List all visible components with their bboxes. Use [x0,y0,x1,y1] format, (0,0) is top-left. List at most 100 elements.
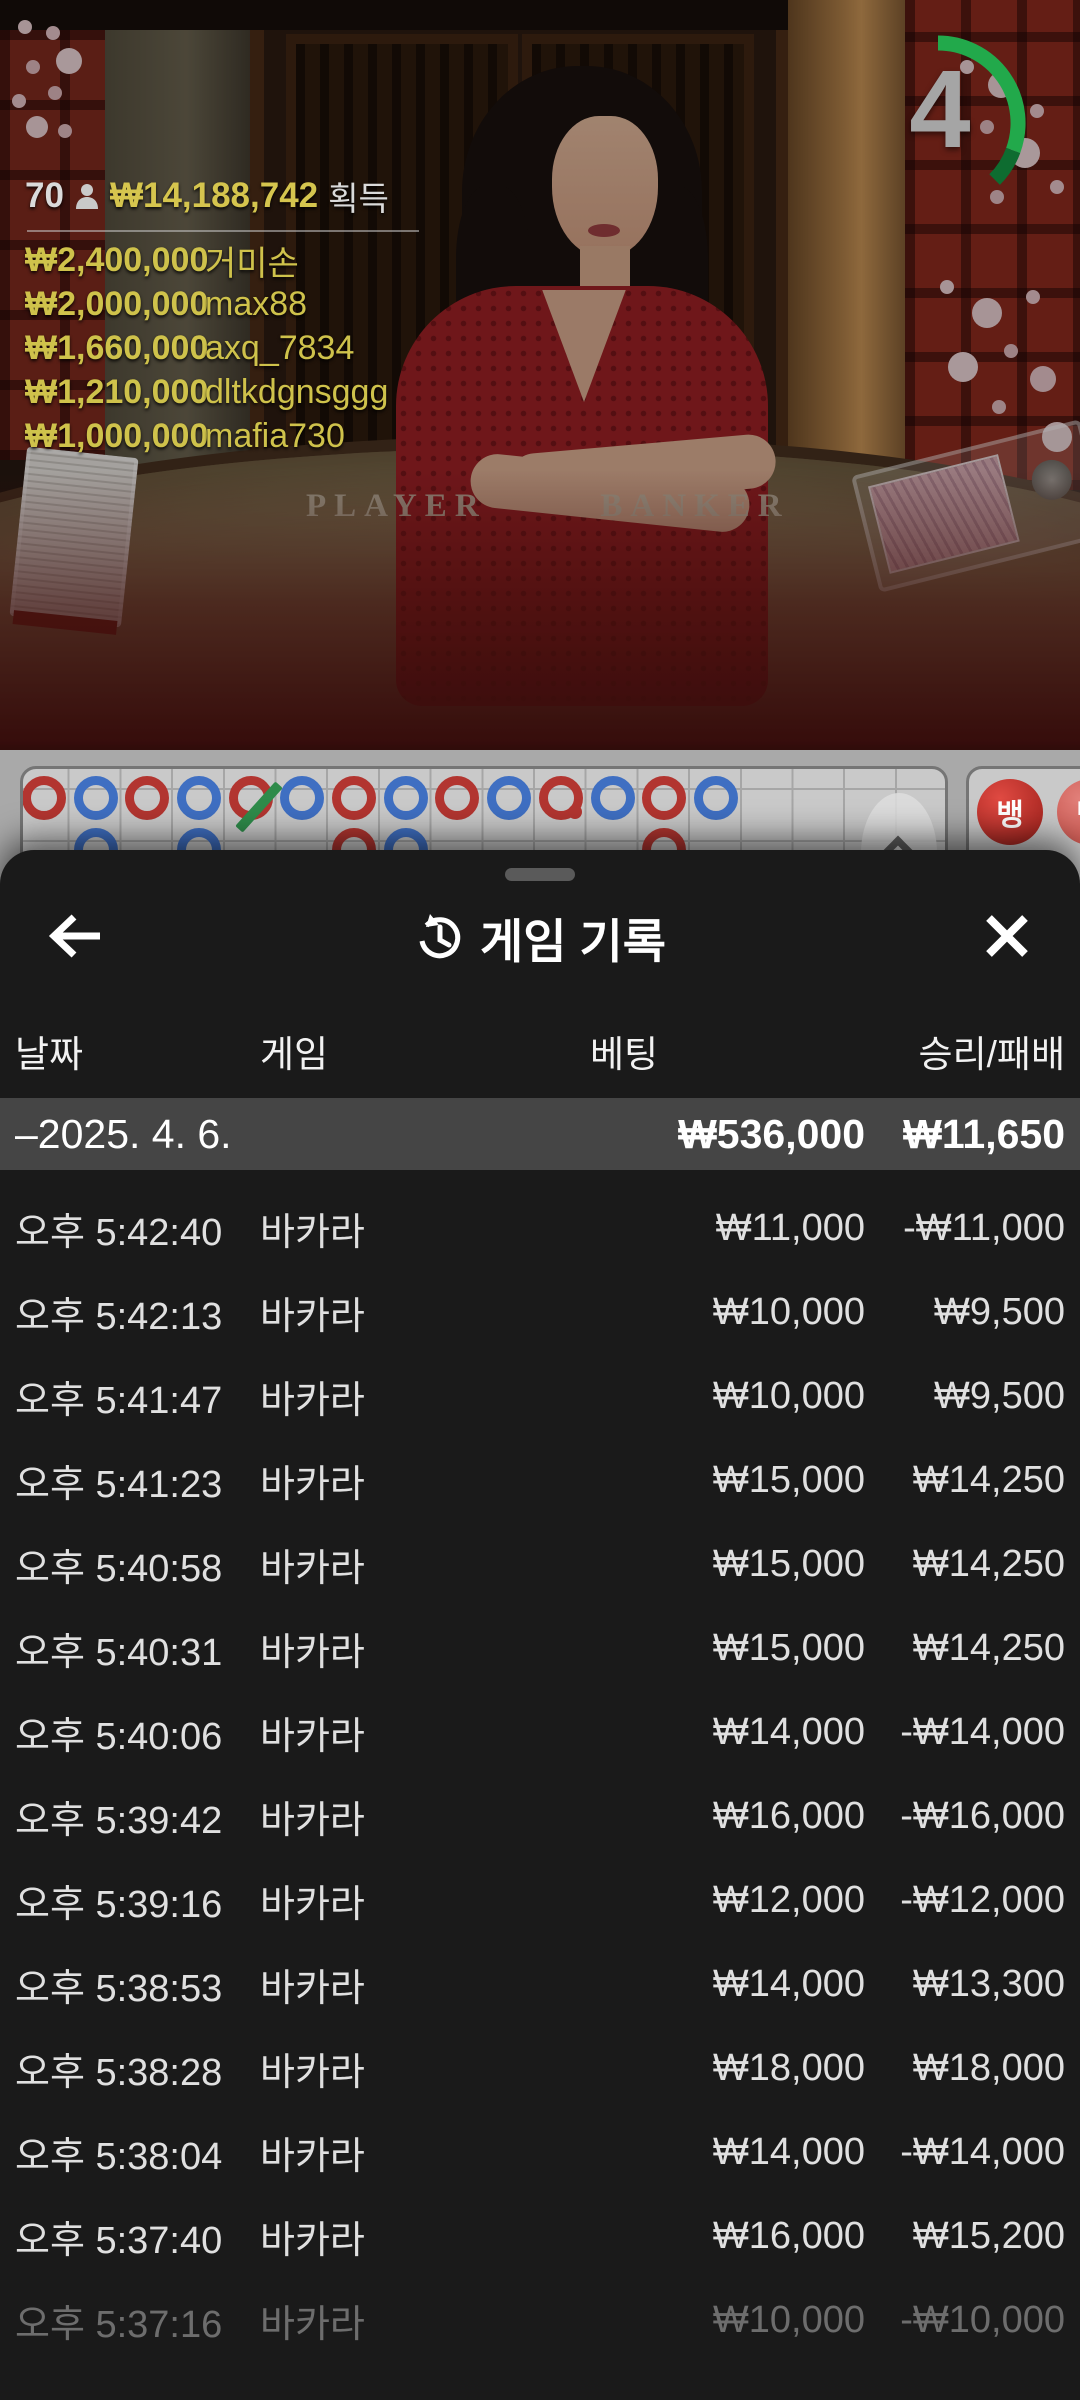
row-time: 오후 5:40:58 [15,1537,260,1592]
column-win-loss: 승리/패배 [780,1024,1065,1078]
row-bet: ₩14,000 [595,2131,865,2174]
sheet-header: 게임 기록 [0,902,1080,972]
row-bet: ₩12,000 [595,1879,865,1922]
winner-amount: ₩2,400,000 [25,241,205,280]
row-result: ₩9,500 [865,1375,1065,1418]
row-time: 오후 5:38:53 [15,1957,260,2012]
timer-seconds: 4 [890,55,990,165]
row-time: 오후 5:42:13 [15,1285,260,1340]
row-bet: ₩16,000 [595,2215,865,2258]
row-bet: ₩14,000 [595,1963,865,2006]
close-button[interactable] [972,906,1042,968]
winner-amount: ₩1,210,000 [25,373,205,412]
road-cell-player [487,776,531,820]
summary-date: –2025. 4. 6. [15,1111,595,1158]
history-row: 오후 5:38:04바카라₩14,000-₩14,000 [0,2110,1080,2194]
row-result: ₩18,000 [865,2047,1065,2090]
banker-badge: 뱅 [977,779,1043,845]
summary-win-total: ₩11,650 [865,1111,1065,1158]
history-row: 오후 5:38:28바카라₩18,000₩18,000 [0,2026,1080,2110]
winners-suffix: 획득 [328,172,389,220]
history-row: 오후 5:41:47바카라₩10,000₩9,500 [0,1354,1080,1438]
row-time: 오후 5:39:16 [15,1873,260,1928]
row-result: ₩14,250 [865,1627,1065,1670]
road-cell-player [384,776,428,820]
row-time: 오후 5:42:40 [15,1201,260,1256]
winner-name: dltkdgnsggg [205,373,388,412]
row-game: 바카라 [260,1285,595,1340]
row-game: 바카라 [260,2041,595,2096]
close-icon [983,912,1031,960]
row-result: ₩13,300 [865,1963,1065,2006]
row-bet: ₩15,000 [595,1627,865,1670]
winner-entry: ₩2,400,000거미손 [25,238,419,282]
history-row: 오후 5:39:16바카라₩12,000-₩12,000 [0,1858,1080,1942]
row-result: ₩15,200 [865,2215,1065,2258]
row-result: ₩14,250 [865,1459,1065,1502]
winners-entries: ₩2,400,000거미손₩2,000,000max88₩1,660,000ax… [25,238,419,458]
row-game: 바카라 [260,1789,595,1844]
row-time: 오후 5:37:40 [15,2209,260,2264]
road-cell-banker [229,776,273,820]
history-rows: 오후 5:42:40바카라₩11,000-₩11,000오후 5:42:13바카… [0,1186,1080,2362]
row-result: -₩16,000 [865,1795,1065,1838]
history-table-header: 날짜 게임 베팅 승리/패배 [0,1008,1080,1094]
road-cell-player [74,776,118,820]
winners-list: 70 ₩14,188,742 획득 ₩2,400,000거미손₩2,000,00… [25,172,419,458]
row-bet: ₩15,000 [595,1459,865,1502]
row-time: 오후 5:37:16 [15,2293,260,2348]
date-summary-row[interactable]: –2025. 4. 6. ₩536,000 ₩11,650 [0,1098,1080,1170]
row-game: 바카라 [260,2293,595,2348]
column-date: 날짜 [15,1024,260,1078]
row-game: 바카라 [260,1957,595,2012]
row-result: ₩14,250 [865,1543,1065,1586]
row-time: 오후 5:41:47 [15,1369,260,1424]
history-row: 오후 5:42:40바카라₩11,000-₩11,000 [0,1186,1080,1270]
row-game: 바카라 [260,2209,595,2264]
row-bet: ₩14,000 [595,1711,865,1754]
road-cell-player [280,776,324,820]
history-row: 오후 5:42:13바카라₩10,000₩9,500 [0,1270,1080,1354]
winner-count: 70 [25,176,64,216]
winners-header: 70 ₩14,188,742 획득 [25,172,419,220]
row-bet: ₩15,000 [595,1543,865,1586]
row-bet: ₩18,000 [595,2047,865,2090]
row-bet: ₩11,000 [595,1207,865,1250]
history-icon [414,912,464,962]
row-game: 바카라 [260,1537,595,1592]
row-game: 바카라 [260,2125,595,2180]
history-row: 오후 5:41:23바카라₩15,000₩14,250 [0,1438,1080,1522]
row-time: 오후 5:40:31 [15,1621,260,1676]
drag-handle[interactable] [505,868,575,881]
banker-badge-partial: 뱅 [1057,779,1080,845]
winner-entry: ₩1,210,000dltkdgnsggg [25,370,419,414]
column-game: 게임 [260,1024,590,1078]
row-game: 바카라 [260,1873,595,1928]
winner-amount: ₩1,660,000 [25,329,205,368]
row-bet: ₩10,000 [595,1375,865,1418]
history-row: 오후 5:40:31바카라₩15,000₩14,250 [0,1606,1080,1690]
winner-amount: ₩1,000,000 [25,417,205,456]
row-game: 바카라 [260,1369,595,1424]
row-result: -₩10,000 [865,2299,1065,2342]
row-game: 바카라 [260,1705,595,1760]
row-bet: ₩10,000 [595,1291,865,1334]
row-game: 바카라 [260,1201,595,1256]
history-row: 오후 5:37:40바카라₩16,000₩15,200 [0,2194,1080,2278]
summary-bet-total: ₩536,000 [595,1111,865,1158]
road-cell-banker [539,776,583,820]
row-time: 오후 5:39:42 [15,1789,260,1844]
winner-name: max88 [205,285,307,324]
row-game: 바카라 [260,1621,595,1676]
winner-name: mafia730 [205,417,345,456]
history-row: 오후 5:37:16바카라₩10,000-₩10,000 [0,2278,1080,2362]
person-icon [74,182,100,210]
winners-divider [27,230,419,232]
winner-entry: ₩1,000,000mafia730 [25,414,419,458]
winner-name: 거미손 [205,236,299,285]
row-result: -₩11,000 [865,1207,1065,1250]
road-cell-banker [22,776,66,820]
row-result: ₩9,500 [865,1291,1065,1334]
game-history-sheet: 게임 기록 날짜 게임 베팅 승리/패배 –2025. 4. 6. ₩536,0… [0,850,1080,2400]
road-cell-player [694,776,738,820]
